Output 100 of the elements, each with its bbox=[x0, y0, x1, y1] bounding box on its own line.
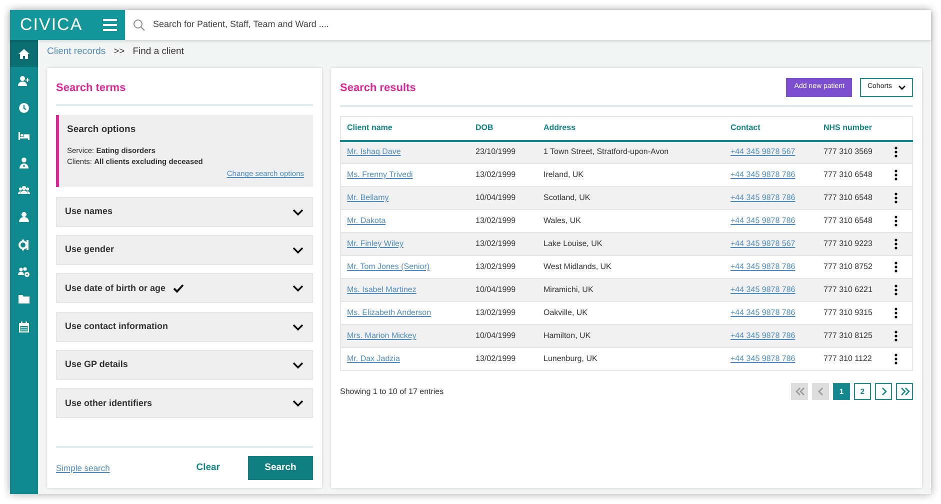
section-label: Use other identifiers bbox=[65, 396, 152, 410]
table-cell-text: 10/04/1999 bbox=[476, 331, 516, 340]
table-cell-text: 13/02/1999 bbox=[476, 354, 516, 363]
table-cell-text: 777 310 9315 bbox=[824, 308, 872, 317]
table-cell-text: 10/04/1999 bbox=[476, 285, 516, 294]
table-cell-text: Oakville, UK bbox=[544, 308, 588, 317]
accordion-header[interactable]: Use contact information bbox=[56, 312, 313, 342]
phone-link[interactable]: +44 345 9878 786 bbox=[730, 354, 796, 363]
row-menu-button[interactable] bbox=[894, 330, 898, 342]
section-label: Use names bbox=[65, 204, 113, 218]
logo: CIVICA bbox=[20, 14, 83, 36]
more-icon bbox=[894, 330, 898, 342]
accordion-header[interactable]: Use date of birth or age bbox=[56, 273, 313, 304]
table-cell-text: 777 310 6548 bbox=[824, 216, 872, 225]
client-name-link[interactable]: Mr. Tom Jones (Senior) bbox=[347, 262, 430, 271]
table-cell-text: West Midlands, UK bbox=[544, 262, 612, 271]
phone-link[interactable]: +44 345 9878 786 bbox=[730, 262, 796, 271]
more-icon bbox=[894, 353, 898, 365]
table-cell-text: 777 310 8752 bbox=[824, 262, 872, 271]
row-menu-button[interactable] bbox=[894, 192, 898, 204]
clock-icon bbox=[18, 102, 30, 114]
users-gear-icon bbox=[18, 266, 30, 278]
row-menu-button[interactable] bbox=[894, 215, 898, 227]
client-name-link[interactable]: Mr. Bellamy bbox=[347, 193, 389, 202]
clear-button[interactable]: Clear bbox=[190, 460, 226, 476]
table-cell-text: 13/02/1999 bbox=[476, 262, 516, 271]
client-name-link[interactable]: Mr. Finley Wiley bbox=[347, 239, 404, 248]
more-icon bbox=[894, 192, 898, 204]
row-menu-button[interactable] bbox=[894, 146, 898, 158]
accordion-header[interactable]: Use names bbox=[56, 196, 313, 226]
accordion-header[interactable]: Use gender bbox=[56, 234, 313, 265]
breadcrumb-separator: >> bbox=[114, 44, 125, 59]
search-icon bbox=[133, 19, 145, 31]
table-cell-text: Lake Louise, UK bbox=[544, 239, 602, 248]
doctor-icon bbox=[18, 156, 30, 169]
previous-icon bbox=[816, 386, 826, 397]
table-cell-text: Ireland, UK bbox=[544, 170, 584, 179]
row-menu-button[interactable] bbox=[894, 353, 898, 365]
table-cell-text: Hamilton, UK bbox=[544, 331, 591, 340]
table-cell-text: 13/02/1999 bbox=[476, 239, 516, 248]
table-cell-text: 13/02/1999 bbox=[476, 308, 516, 317]
more-icon bbox=[894, 261, 898, 273]
breadcrumb-link[interactable]: Client records bbox=[47, 44, 106, 60]
user-icon bbox=[18, 211, 30, 224]
section-label: Use gender bbox=[65, 243, 114, 256]
client-name-link[interactable]: Ms. Frenny Trivedi bbox=[347, 170, 413, 179]
table-cell-text: 13/02/1999 bbox=[476, 170, 516, 179]
section-label: Use contact information bbox=[65, 320, 168, 333]
phone-link[interactable]: +44 345 9878 786 bbox=[730, 216, 796, 225]
row-menu-button[interactable] bbox=[894, 238, 898, 250]
client-name-link[interactable]: Mr. Ishaq Dave bbox=[347, 147, 401, 156]
simple-search-link[interactable]: Simple search bbox=[56, 462, 110, 474]
search-button[interactable]: Search bbox=[248, 456, 313, 480]
client-name-link[interactable]: Mr. Dakota bbox=[347, 216, 386, 225]
table-cell-text: Lunenburg, UK bbox=[544, 354, 598, 363]
panel-title: Search options bbox=[67, 123, 137, 137]
table-cell-text: 777 310 6548 bbox=[824, 170, 872, 179]
table-cell-text: 23/10/1999 bbox=[476, 147, 516, 156]
more-icon bbox=[894, 284, 898, 296]
table-cell-text: 1 Town Street, Stratford-upon-Avon bbox=[544, 147, 669, 156]
more-icon bbox=[894, 169, 898, 181]
row-menu-button[interactable] bbox=[894, 307, 898, 319]
phone-link[interactable]: +44 345 9878 786 bbox=[730, 308, 796, 317]
card-title: Search results bbox=[340, 80, 416, 96]
menu-button[interactable] bbox=[103, 19, 117, 31]
first-page-icon bbox=[794, 386, 804, 397]
home-icon bbox=[18, 48, 30, 60]
client-name-link[interactable]: Mr. Dax Jadzia bbox=[347, 354, 400, 363]
phone-link[interactable]: +44 345 9878 786 bbox=[730, 170, 796, 179]
chevron-down-icon bbox=[292, 398, 304, 408]
more-icon bbox=[894, 146, 898, 158]
folder-icon bbox=[18, 293, 30, 306]
table-cell-text: Miramichi, UK bbox=[544, 285, 594, 294]
table-cell-text: 777 310 8125 bbox=[824, 331, 872, 340]
card-title: Search terms bbox=[56, 80, 127, 96]
sidebar-item[interactable] bbox=[10, 40, 38, 68]
row-menu-button[interactable] bbox=[894, 284, 898, 296]
chevron-down-icon bbox=[292, 322, 304, 332]
table-cell-text: 13/02/1999 bbox=[476, 216, 516, 225]
caret-icon bbox=[898, 84, 906, 90]
entries-summary: Showing 1 to 10 of 17 entries bbox=[340, 386, 444, 398]
chevron-down-icon bbox=[292, 244, 304, 255]
user-plus-icon bbox=[18, 74, 30, 87]
row-menu-button[interactable] bbox=[894, 261, 898, 273]
more-icon bbox=[894, 307, 898, 319]
pagination-button[interactable] bbox=[875, 383, 892, 400]
pagination-button[interactable] bbox=[896, 383, 913, 400]
section-label: Use date of birth or age bbox=[65, 282, 166, 295]
table-cell-text: Scotland, UK bbox=[544, 193, 590, 202]
row-menu-button[interactable] bbox=[894, 169, 898, 181]
client-name-link[interactable]: Ms. Elizabeth Anderson bbox=[347, 308, 432, 317]
calendar-icon bbox=[18, 320, 30, 333]
table-cell-text: 777 310 6548 bbox=[824, 193, 872, 202]
accordion-header[interactable]: Use GP details bbox=[56, 350, 313, 380]
table-cell-text: 777 310 3569 bbox=[824, 147, 872, 156]
menu-icon bbox=[103, 19, 117, 31]
chevron-down-icon bbox=[292, 360, 304, 370]
more-icon bbox=[894, 215, 898, 227]
last-page-icon bbox=[900, 386, 910, 397]
accordion-header[interactable]: Use other identifiers bbox=[56, 388, 313, 418]
